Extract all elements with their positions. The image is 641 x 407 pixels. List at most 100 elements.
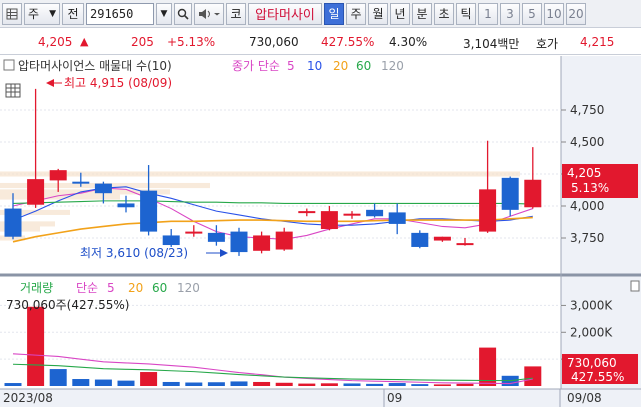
volume-bar bbox=[207, 382, 225, 386]
search-icon bbox=[177, 8, 189, 20]
volume-bar bbox=[72, 379, 90, 386]
candle-body bbox=[49, 170, 67, 181]
volume-tick-label: 2,000K bbox=[570, 325, 613, 339]
candle-body bbox=[388, 212, 406, 224]
table-icon[interactable] bbox=[5, 83, 21, 98]
type-button[interactable]: 전 bbox=[62, 2, 84, 25]
market-select[interactable]: 주 ▼ bbox=[24, 2, 60, 25]
vol-ma-120-label: 120 bbox=[177, 281, 200, 295]
volume-bar bbox=[320, 383, 338, 386]
candle-body bbox=[94, 183, 112, 194]
ma-10-label: 10 bbox=[307, 59, 322, 73]
period-tick-button[interactable]: 틱 bbox=[456, 2, 476, 25]
volume-bar bbox=[298, 383, 316, 386]
period-week-button[interactable]: 주 bbox=[346, 2, 366, 25]
trade-amount: 3,104백만 bbox=[463, 37, 520, 51]
candle-body bbox=[411, 232, 429, 247]
price-change-pct: +5.13% bbox=[167, 35, 216, 49]
volume-bar bbox=[366, 383, 384, 386]
period-day-button[interactable]: 일 bbox=[324, 2, 344, 25]
turnover-rate: 4.30% bbox=[389, 35, 428, 49]
candle-body bbox=[456, 243, 474, 246]
candle-body bbox=[275, 231, 293, 250]
bid-price: 4,215 bbox=[580, 35, 615, 49]
grid-icon[interactable] bbox=[2, 2, 22, 25]
stock-code-input[interactable]: 291650 bbox=[86, 2, 154, 25]
low-label: 최저 3,610 (08/23) bbox=[80, 246, 188, 260]
volume-bar bbox=[524, 366, 542, 386]
panel-toggle-icon[interactable] bbox=[630, 280, 640, 292]
candle-body bbox=[117, 203, 135, 208]
minute-5-button[interactable]: 5 bbox=[522, 2, 542, 25]
price-change: 205 bbox=[131, 35, 154, 49]
ma-60-label: 60 bbox=[356, 59, 371, 73]
current-pct-tag-value: 5.13% bbox=[571, 181, 609, 195]
quote-bar: 4,205 ▲ 205 +5.13% 730,060 427.55% 4.30%… bbox=[0, 29, 641, 55]
current-price: 4,205 bbox=[38, 35, 73, 49]
stock-code-value: 291650 bbox=[90, 6, 134, 21]
vol-ma-20-label: 20 bbox=[128, 281, 143, 295]
chart-title: 압타머사이언스 매물대 수(10) bbox=[18, 59, 172, 73]
period-year-button[interactable]: 년 bbox=[390, 2, 410, 25]
chevron-down-icon: ▼ bbox=[49, 8, 56, 19]
volume-ma-label: 단순 bbox=[76, 281, 98, 295]
candle-body bbox=[501, 177, 519, 210]
ma-120-label: 120 bbox=[381, 59, 404, 73]
volume-bar bbox=[49, 369, 67, 386]
volume-pct-tag-value: 427.55% bbox=[571, 370, 624, 384]
volume-current-tag-value: 730,060 bbox=[567, 356, 617, 370]
market-select-label: 주 bbox=[28, 7, 40, 21]
volume-profile-bar bbox=[0, 171, 520, 177]
price-tick-label: 4,500 bbox=[570, 135, 604, 149]
candle-body bbox=[27, 179, 45, 205]
code-dropdown-button[interactable]: ▼ bbox=[156, 2, 172, 25]
volume-title: 거래량 bbox=[20, 281, 53, 295]
volume-bar bbox=[94, 379, 112, 386]
stock-chart[interactable]: 4,7504,5004,2504,0003,750 3,000K2,000K1,… bbox=[0, 56, 641, 407]
chevron-down-icon: ▼ bbox=[160, 8, 168, 19]
up-triangle-icon: ▲ bbox=[80, 35, 89, 48]
speaker-icon bbox=[199, 8, 220, 19]
candle-body bbox=[320, 211, 338, 230]
volume-bar bbox=[411, 384, 429, 386]
volume-bar bbox=[275, 382, 293, 386]
vol-ma-5-label: 5 bbox=[107, 281, 115, 295]
candle-body bbox=[207, 232, 225, 242]
period-second-button[interactable]: 초 bbox=[434, 2, 454, 25]
volume-bar bbox=[27, 306, 45, 386]
date-label-start: 2023/08 bbox=[3, 391, 53, 405]
volume-bar bbox=[230, 381, 248, 386]
date-label-mid: 09 bbox=[387, 391, 402, 405]
candle-body bbox=[162, 235, 180, 246]
candle-body bbox=[230, 231, 248, 253]
market-code-button[interactable]: 코 bbox=[226, 2, 246, 25]
volume-value: 730,060 bbox=[249, 35, 299, 49]
volume-ratio: 427.55% bbox=[321, 35, 375, 49]
period-month-button[interactable]: 월 bbox=[368, 2, 388, 25]
volume-bar bbox=[253, 381, 271, 386]
period-minute-button[interactable]: 분 bbox=[412, 2, 432, 25]
candle-body bbox=[524, 179, 542, 208]
candle-body bbox=[185, 231, 203, 234]
price-ma-label: 종가 단순 bbox=[232, 59, 280, 73]
date-label-end: 09/08 bbox=[567, 391, 602, 405]
candle-body bbox=[253, 235, 271, 251]
minute-10-button[interactable]: 10 bbox=[544, 2, 564, 25]
volume-bar bbox=[456, 383, 474, 386]
candle-body bbox=[140, 190, 158, 232]
candle-body bbox=[4, 208, 22, 237]
price-tick-label: 4,750 bbox=[570, 103, 604, 117]
candle-body bbox=[479, 189, 497, 232]
minute-20-button[interactable]: 20 bbox=[566, 2, 586, 25]
volume-bar bbox=[343, 383, 361, 386]
candle-body bbox=[433, 236, 451, 241]
volume-bar bbox=[433, 384, 451, 386]
search-button[interactable] bbox=[174, 2, 192, 25]
sound-button[interactable] bbox=[194, 2, 224, 25]
minute-3-button[interactable]: 3 bbox=[500, 2, 520, 25]
stock-name-button[interactable]: 압타머사이 bbox=[248, 2, 322, 25]
minute-1-button[interactable]: 1 bbox=[478, 2, 498, 25]
volume-bar bbox=[185, 382, 203, 386]
price-tick-label: 3,750 bbox=[570, 231, 604, 245]
checkbox-icon[interactable] bbox=[3, 59, 15, 71]
